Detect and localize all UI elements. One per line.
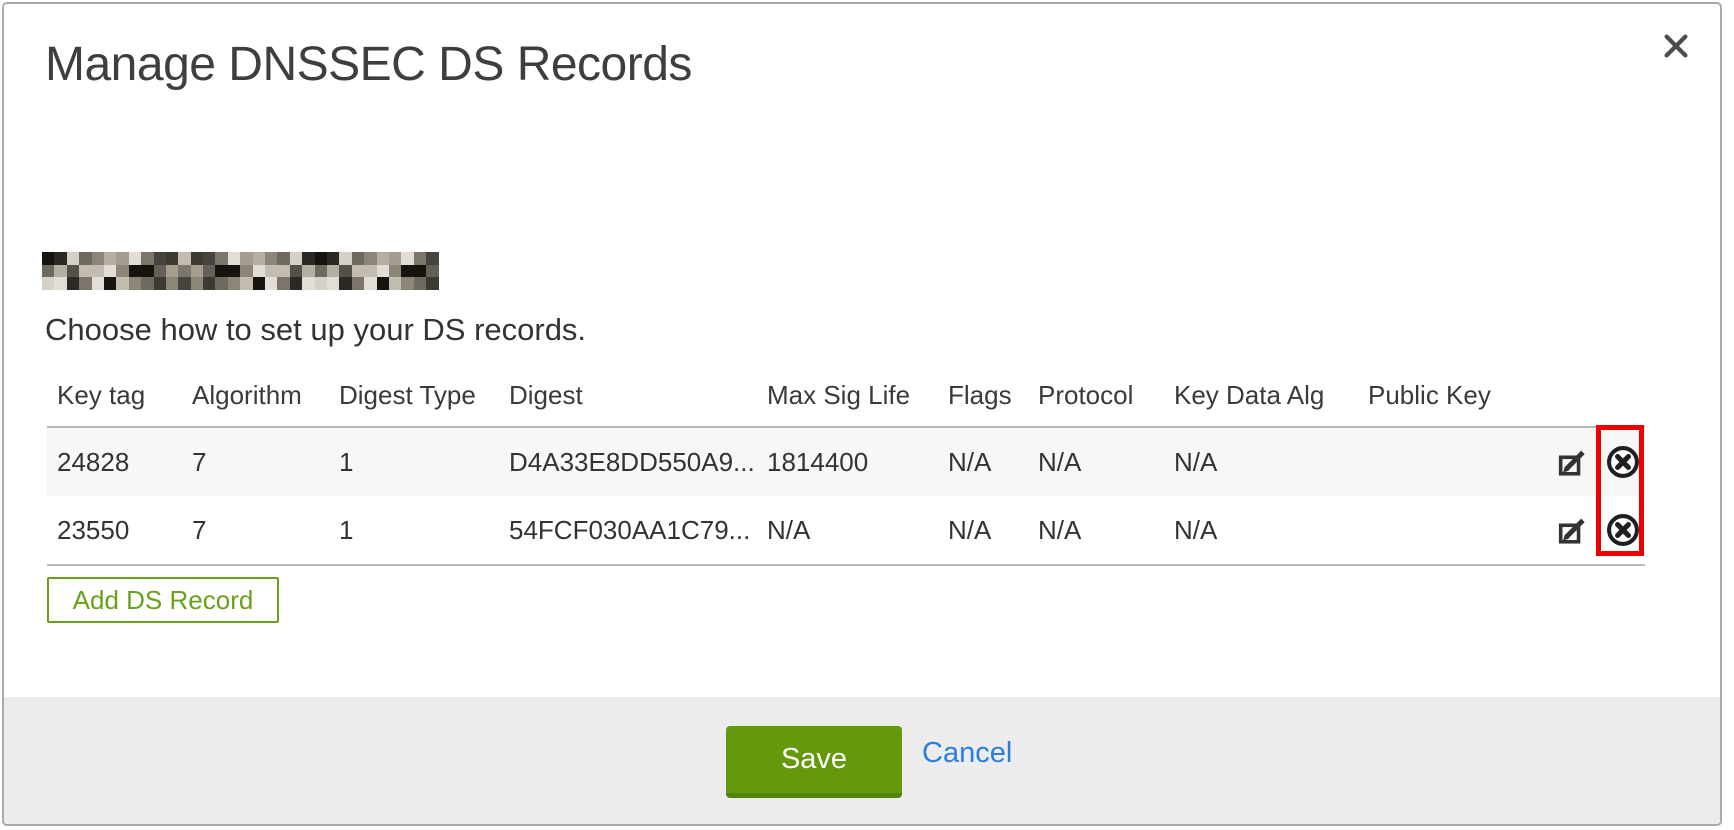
cell-max-sig-life: N/A <box>757 496 938 565</box>
cell-digest-type: 1 <box>329 496 499 565</box>
edit-pencil-square-icon <box>1556 455 1589 485</box>
redacted-domain-name <box>42 252 439 290</box>
screen: Manage DNSSEC DS Records Choose how to s… <box>0 0 1734 830</box>
table-row: 23550 7 1 54FCF030AA1C79... N/A N/A N/A … <box>47 496 1645 565</box>
cell-key-data-alg: N/A <box>1164 496 1358 565</box>
cell-flags: N/A <box>938 427 1028 496</box>
col-header-actions <box>1538 367 1645 427</box>
cell-public-key <box>1358 427 1538 496</box>
cell-protocol: N/A <box>1028 496 1164 565</box>
table-row: 24828 7 1 D4A33E8DD550A9... 1814400 N/A … <box>47 427 1645 496</box>
close-icon <box>1661 31 1691 66</box>
add-ds-record-button[interactable]: Add DS Record <box>47 577 279 623</box>
cell-max-sig-life: 1814400 <box>757 427 938 496</box>
save-button[interactable]: Save <box>726 726 902 798</box>
cell-key-data-alg: N/A <box>1164 427 1358 496</box>
cell-key-tag: 24828 <box>47 427 182 496</box>
cell-protocol: N/A <box>1028 427 1164 496</box>
cell-digest: D4A33E8DD550A9... <box>499 427 757 496</box>
cell-actions <box>1538 496 1645 565</box>
delete-ds-record-button[interactable] <box>1605 512 1641 548</box>
col-header-protocol: Protocol <box>1028 367 1164 427</box>
cell-public-key <box>1358 496 1538 565</box>
col-header-public-key: Public Key <box>1358 367 1538 427</box>
col-header-key-tag: Key tag <box>47 367 182 427</box>
manage-dnssec-modal: Manage DNSSEC DS Records Choose how to s… <box>2 2 1722 826</box>
col-header-key-data-alg: Key Data Alg <box>1164 367 1358 427</box>
cancel-link[interactable]: Cancel <box>922 737 1012 770</box>
delete-circle-x-icon <box>1605 456 1641 486</box>
cell-digest-type: 1 <box>329 427 499 496</box>
cell-algorithm: 7 <box>182 427 329 496</box>
modal-footer: Save Cancel <box>4 697 1722 826</box>
col-header-digest: Digest <box>499 367 757 427</box>
col-header-max-sig-life: Max Sig Life <box>757 367 938 427</box>
cell-key-tag: 23550 <box>47 496 182 565</box>
close-button[interactable] <box>1656 28 1696 68</box>
delete-ds-record-button[interactable] <box>1605 444 1641 480</box>
edit-ds-record-button[interactable] <box>1556 514 1589 547</box>
col-header-algorithm: Algorithm <box>182 367 329 427</box>
table-header-row: Key tag Algorithm Digest Type Digest Max… <box>47 367 1645 427</box>
subtitle: Choose how to set up your DS records. <box>45 312 586 348</box>
edit-pencil-square-icon <box>1556 523 1589 553</box>
edit-ds-record-button[interactable] <box>1556 446 1589 479</box>
cell-actions <box>1538 427 1645 496</box>
col-header-digest-type: Digest Type <box>329 367 499 427</box>
ds-records-table: Key tag Algorithm Digest Type Digest Max… <box>47 367 1645 566</box>
cell-algorithm: 7 <box>182 496 329 565</box>
page-title: Manage DNSSEC DS Records <box>45 37 692 92</box>
delete-circle-x-icon <box>1605 524 1641 554</box>
cell-digest: 54FCF030AA1C79... <box>499 496 757 565</box>
cell-flags: N/A <box>938 496 1028 565</box>
col-header-flags: Flags <box>938 367 1028 427</box>
